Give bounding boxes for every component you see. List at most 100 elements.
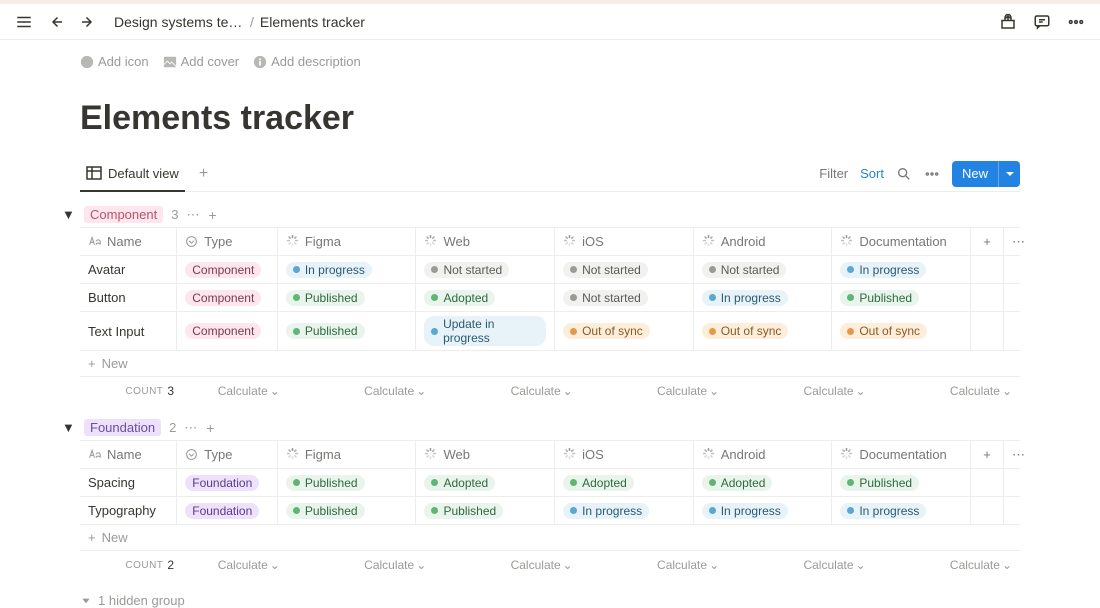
- cell-figma[interactable]: Published: [278, 469, 417, 496]
- col-android[interactable]: Android: [694, 441, 833, 468]
- cell-web[interactable]: Published: [416, 497, 555, 524]
- cell-name[interactable]: Text Input: [80, 312, 177, 350]
- col-figma[interactable]: Figma: [278, 441, 417, 468]
- cell-web[interactable]: Adopted: [416, 284, 555, 311]
- add-column-button[interactable]: +: [971, 228, 1004, 255]
- add-description-button[interactable]: Add description: [253, 54, 361, 69]
- cell-documentation[interactable]: In progress: [832, 497, 971, 524]
- menu-icon[interactable]: [12, 10, 36, 34]
- cell-ios[interactable]: Not started: [555, 284, 694, 311]
- cell-figma[interactable]: Published: [278, 497, 417, 524]
- cell-documentation[interactable]: In progress: [832, 256, 971, 283]
- cell-name[interactable]: Typography: [80, 497, 177, 524]
- col-documentation[interactable]: Documentation: [832, 228, 971, 255]
- hidden-groups-toggle[interactable]: 1 hidden group: [80, 593, 1020, 608]
- calculate-button[interactable]: Calculate⌄: [727, 558, 873, 572]
- calculate-button[interactable]: Calculate⌄: [288, 384, 434, 398]
- cell-ios[interactable]: Adopted: [555, 469, 694, 496]
- group-more-icon[interactable]: ⋯: [184, 420, 198, 436]
- cell-ios[interactable]: Out of sync: [555, 312, 694, 350]
- col-name[interactable]: Name: [80, 441, 177, 468]
- col-ios[interactable]: iOS: [555, 441, 694, 468]
- cell-figma[interactable]: In progress: [278, 256, 417, 283]
- calculate-button[interactable]: Calculate⌄: [434, 558, 580, 572]
- new-button[interactable]: New: [952, 161, 1020, 187]
- col-ios[interactable]: iOS: [555, 228, 694, 255]
- table-row[interactable]: Text Input Component Published Update in…: [80, 312, 1020, 351]
- add-cover-button[interactable]: Add cover: [163, 54, 240, 69]
- add-column-button[interactable]: +: [971, 441, 1004, 468]
- cell-documentation[interactable]: Published: [832, 284, 971, 311]
- filter-button[interactable]: Filter: [819, 166, 848, 181]
- col-name[interactable]: Name: [80, 228, 177, 255]
- cell-name[interactable]: Avatar: [80, 256, 177, 283]
- new-row-button[interactable]: +New: [80, 525, 1020, 551]
- col-type[interactable]: Type: [177, 441, 278, 468]
- calculate-button[interactable]: Calculate⌄: [727, 384, 873, 398]
- cell-ios[interactable]: In progress: [555, 497, 694, 524]
- cell-web[interactable]: Adopted: [416, 469, 555, 496]
- share-icon[interactable]: [996, 10, 1020, 34]
- cell-android[interactable]: Out of sync: [694, 312, 833, 350]
- search-icon[interactable]: [896, 166, 912, 182]
- back-icon[interactable]: [44, 10, 68, 34]
- breadcrumb-parent[interactable]: Design systems tem...: [114, 14, 244, 30]
- group-name-badge[interactable]: Foundation: [84, 419, 161, 436]
- cell-documentation[interactable]: Out of sync: [832, 312, 971, 350]
- col-figma[interactable]: Figma: [278, 228, 417, 255]
- cell-web[interactable]: Update in progress: [416, 312, 555, 350]
- table-more-icon[interactable]: ⋯: [1004, 441, 1020, 468]
- cell-android[interactable]: In progress: [694, 497, 833, 524]
- calculate-button[interactable]: Calculate⌄: [288, 558, 434, 572]
- new-button-dropdown[interactable]: [998, 161, 1020, 187]
- cell-name[interactable]: Spacing: [80, 469, 177, 496]
- calculate-button[interactable]: Calculate⌄: [182, 558, 288, 572]
- table-row[interactable]: Typography Foundation Published Publishe…: [80, 497, 1020, 525]
- group-more-icon[interactable]: ⋯: [186, 207, 200, 223]
- group-add-button[interactable]: +: [208, 207, 216, 223]
- tab-default-view[interactable]: Default view: [80, 156, 185, 192]
- col-documentation[interactable]: Documentation: [832, 441, 971, 468]
- add-view-button[interactable]: +: [193, 163, 214, 185]
- col-web[interactable]: Web: [416, 441, 555, 468]
- cell-ios[interactable]: Not started: [555, 256, 694, 283]
- table-more-icon[interactable]: ⋯: [1004, 228, 1020, 255]
- col-android[interactable]: Android: [694, 228, 833, 255]
- more-icon[interactable]: [1064, 10, 1088, 34]
- sort-button[interactable]: Sort: [860, 166, 884, 181]
- cell-type[interactable]: Foundation: [177, 469, 278, 496]
- new-row-button[interactable]: +New: [80, 351, 1020, 377]
- cell-android[interactable]: In progress: [694, 284, 833, 311]
- calculate-button[interactable]: Calculate⌄: [434, 384, 580, 398]
- cell-type[interactable]: Component: [177, 312, 278, 350]
- cell-web[interactable]: Not started: [416, 256, 555, 283]
- cell-type[interactable]: Component: [177, 284, 278, 311]
- cell-type[interactable]: Component: [177, 256, 278, 283]
- calculate-button[interactable]: Calculate⌄: [581, 384, 727, 398]
- table-row[interactable]: Avatar Component In progress Not started…: [80, 256, 1020, 284]
- table-row[interactable]: Button Component Published Adopted Not s…: [80, 284, 1020, 312]
- page-title[interactable]: Elements tracker: [80, 99, 1020, 138]
- cell-type[interactable]: Foundation: [177, 497, 278, 524]
- cell-documentation[interactable]: Published: [832, 469, 971, 496]
- add-icon-button[interactable]: Add icon: [80, 54, 149, 69]
- cell-figma[interactable]: Published: [278, 312, 417, 350]
- col-type[interactable]: Type: [177, 228, 278, 255]
- cell-android[interactable]: Adopted: [694, 469, 833, 496]
- calculate-button[interactable]: Calculate⌄: [581, 558, 727, 572]
- group-add-button[interactable]: +: [206, 420, 214, 436]
- calculate-button[interactable]: Calculate⌄: [182, 384, 288, 398]
- group-toggle-icon[interactable]: ▼: [62, 420, 76, 435]
- cell-figma[interactable]: Published: [278, 284, 417, 311]
- forward-icon[interactable]: [76, 10, 100, 34]
- calculate-button[interactable]: Calculate⌄: [874, 384, 1020, 398]
- calculate-button[interactable]: Calculate⌄: [874, 558, 1020, 572]
- view-more-icon[interactable]: [924, 166, 940, 182]
- group-toggle-icon[interactable]: ▼: [62, 207, 76, 222]
- cell-android[interactable]: Not started: [694, 256, 833, 283]
- breadcrumb-current[interactable]: Elements tracker: [260, 14, 365, 30]
- cell-name[interactable]: Button: [80, 284, 177, 311]
- table-row[interactable]: Spacing Foundation Published Adopted Ado…: [80, 469, 1020, 497]
- comments-icon[interactable]: [1030, 10, 1054, 34]
- col-web[interactable]: Web: [416, 228, 555, 255]
